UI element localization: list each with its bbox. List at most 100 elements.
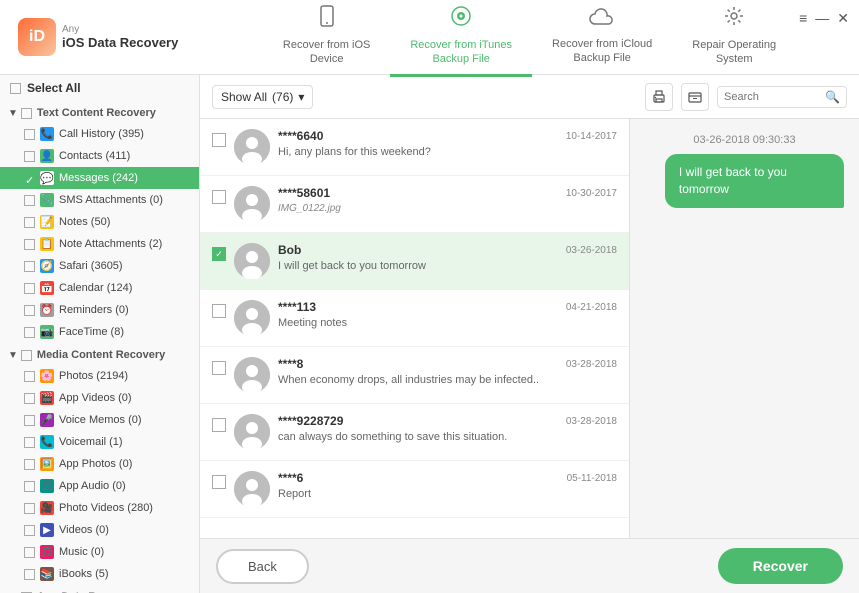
chat-bubble: I will get back to you tomorrow [665, 154, 844, 208]
msg-name-5: ****8 [278, 357, 303, 371]
phone-icon [316, 5, 338, 35]
back-button[interactable]: Back [216, 549, 309, 584]
msg-checkbox-3[interactable]: ✓ [212, 247, 226, 261]
show-all-button[interactable]: Show All (76) ▾ [212, 85, 313, 109]
app-audio-icon: 🎵 [40, 479, 54, 493]
msg-name-4: ****113 [278, 300, 316, 314]
msg-date-4: 04-21-2018 [566, 302, 617, 313]
message-item[interactable]: ****9228729 03-28-2018 can always do som… [200, 404, 629, 461]
app-logo-icon: iD [18, 18, 56, 56]
menu-button[interactable]: ≡ [799, 10, 807, 27]
app-videos-label: App Videos (0) [59, 392, 132, 404]
sidebar-item-photos[interactable]: 🌸 Photos (2194) [0, 365, 199, 387]
call-history-icon: 📞 [40, 127, 54, 141]
sidebar-item-sms-attachments[interactable]: 📎 SMS Attachments (0) [0, 189, 199, 211]
sidebar-item-calendar[interactable]: 📅 Calendar (124) [0, 277, 199, 299]
nav-tabs: Recover from iOSDevice Recover from iTun… [210, 0, 849, 77]
msg-preview-6: can always do something to save this sit… [278, 431, 617, 443]
message-item[interactable]: ****58601 10-30-2017 IMG_0122.jpg [200, 176, 629, 233]
sidebar-item-music[interactable]: 🎵 Music (0) [0, 541, 199, 563]
sidebar-item-ibooks[interactable]: 📚 iBooks (5) [0, 563, 199, 585]
tab-ios-device-label: Recover from iOSDevice [283, 38, 370, 67]
sidebar-item-app-videos[interactable]: 🎬 App Videos (0) [0, 387, 199, 409]
msg-date-6: 03-28-2018 [566, 416, 617, 427]
music-item-icon: 🎵 [40, 545, 54, 559]
videos-label: Videos (0) [59, 524, 109, 536]
count-label: (76) [272, 90, 293, 104]
msg-checkbox-1[interactable] [212, 133, 226, 147]
section-media-checkbox[interactable] [21, 350, 32, 361]
sidebar-item-reminders[interactable]: ⏰ Reminders (0) [0, 299, 199, 321]
note-attach-icon: 📋 [40, 237, 54, 251]
chat-detail-inner: 03-26-2018 09:30:33 I will get back to y… [645, 134, 844, 208]
tab-icloud-backup[interactable]: Recover from iCloudBackup File [532, 0, 672, 77]
msg-preview-3: I will get back to you tomorrow [278, 260, 617, 272]
export-button[interactable] [681, 83, 709, 111]
tab-ios-device[interactable]: Recover from iOSDevice [263, 0, 390, 77]
messages-label: Messages (242) [59, 172, 138, 184]
facetime-label: FaceTime (8) [59, 326, 124, 338]
message-item[interactable]: ****6 05-11-2018 Report [200, 461, 629, 518]
select-all-label: Select All [27, 81, 81, 95]
top-bar: iD Any iOS Data Recovery Recover from iO… [0, 0, 859, 75]
msg-checkbox-2[interactable] [212, 190, 226, 204]
section-media-content: ▼ Media Content Recovery [0, 345, 199, 365]
sidebar-item-app-audio[interactable]: 🎵 App Audio (0) [0, 475, 199, 497]
msg-checkbox-6[interactable] [212, 418, 226, 432]
window-controls: ≡ — ✕ [799, 10, 849, 27]
tab-icloud-backup-label: Recover from iCloudBackup File [552, 37, 652, 66]
sidebar-item-call-history[interactable]: 📞 Call History (395) [0, 123, 199, 145]
call-history-label: Call History (395) [59, 128, 144, 140]
sidebar-item-notes[interactable]: 📝 Notes (50) [0, 211, 199, 233]
avatar-5 [234, 357, 270, 393]
logo-text-area: Any iOS Data Recovery [62, 24, 178, 50]
search-input[interactable] [724, 91, 825, 103]
message-item[interactable]: ****6640 10-14-2017 Hi, any plans for th… [200, 119, 629, 176]
search-icon: 🔍 [825, 90, 840, 104]
app-photos-label: App Photos (0) [59, 458, 132, 470]
contacts-icon: 👤 [40, 149, 54, 163]
select-all-checkbox[interactable] [10, 83, 21, 94]
msg-content-3: Bob 03-26-2018 I will get back to you to… [278, 243, 617, 272]
sms-attach-icon: 📎 [40, 193, 54, 207]
voice-memos-icon: 🎤 [40, 413, 54, 427]
sidebar-item-note-attachments[interactable]: 📋 Note Attachments (2) [0, 233, 199, 255]
music-icon [450, 5, 472, 35]
sidebar-item-videos[interactable]: ▶ Videos (0) [0, 519, 199, 541]
sms-attach-label: SMS Attachments (0) [59, 194, 163, 206]
sidebar-item-voice-memos[interactable]: 🎤 Voice Memos (0) [0, 409, 199, 431]
sidebar-item-app-photos[interactable]: 🖼️ App Photos (0) [0, 453, 199, 475]
search-box[interactable]: 🔍 [717, 86, 847, 108]
message-item[interactable]: ****8 03-28-2018 When economy drops, all… [200, 347, 629, 404]
tab-repair-os[interactable]: Repair OperatingSystem [672, 0, 796, 77]
dropdown-arrow-icon: ▾ [298, 90, 304, 104]
sidebar-item-messages[interactable]: ✓ 💬 Messages (242) [0, 167, 199, 189]
msg-checkbox-7[interactable] [212, 475, 226, 489]
sidebar-item-safari[interactable]: 🧭 Safari (3605) [0, 255, 199, 277]
msg-checkbox-5[interactable] [212, 361, 226, 375]
voice-memos-label: Voice Memos (0) [59, 414, 142, 426]
avatar-6 [234, 414, 270, 450]
msg-content-1: ****6640 10-14-2017 Hi, any plans for th… [278, 129, 617, 158]
app-title: iOS Data Recovery [62, 35, 178, 50]
messages-list: ****6640 10-14-2017 Hi, any plans for th… [200, 119, 629, 538]
message-item[interactable]: ****113 04-21-2018 Meeting notes [200, 290, 629, 347]
msg-date-2: 10-30-2017 [566, 188, 617, 199]
section-media-title: Media Content Recovery [37, 349, 165, 361]
msg-name-6: ****9228729 [278, 414, 343, 428]
message-item[interactable]: ✓ Bob 03-26-2018 I will get back to you … [200, 233, 629, 290]
minimize-button[interactable]: — [815, 10, 829, 27]
msg-checkbox-4[interactable] [212, 304, 226, 318]
sidebar-item-voicemail[interactable]: 📞 Voicemail (1) [0, 431, 199, 453]
voicemail-label: Voicemail (1) [59, 436, 123, 448]
sidebar-item-contacts[interactable]: 👤 Contacts (411) [0, 145, 199, 167]
chat-timestamp: 03-26-2018 09:30:33 [645, 134, 844, 146]
recover-button[interactable]: Recover [718, 548, 843, 584]
select-all-header[interactable]: Select All [0, 75, 199, 101]
section-text-checkbox[interactable] [21, 108, 32, 119]
sidebar-item-photo-videos[interactable]: 🎥 Photo Videos (280) [0, 497, 199, 519]
print-button[interactable] [645, 83, 673, 111]
close-button[interactable]: ✕ [837, 10, 849, 27]
sidebar-item-facetime[interactable]: 📷 FaceTime (8) [0, 321, 199, 343]
tab-itunes-backup[interactable]: Recover from iTunesBackup File [390, 0, 532, 77]
